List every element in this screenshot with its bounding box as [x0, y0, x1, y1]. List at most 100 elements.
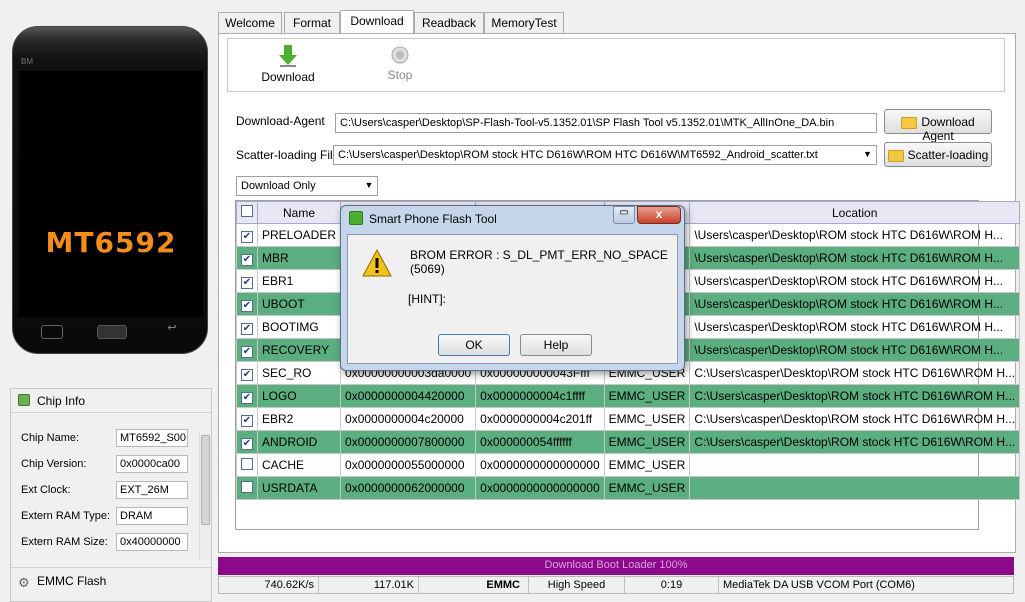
location [689, 453, 1021, 477]
toolbar: Download Stop [227, 38, 1005, 92]
row-checkbox-cell[interactable]: ✔ [236, 315, 258, 339]
row-checkbox[interactable]: ✔ [241, 230, 253, 243]
tab-format[interactable]: Format [284, 12, 340, 33]
row-checkbox-cell[interactable]: ✔ [236, 246, 258, 270]
mode-dropdown-arrow-icon[interactable]: ▼ [361, 177, 377, 195]
status-size: 117.01K [319, 577, 419, 593]
menu-button-icon [41, 325, 63, 339]
partition-name: MBR [256, 246, 342, 270]
row-checkbox[interactable]: ✔ [241, 299, 253, 312]
row-checkbox-cell[interactable] [236, 453, 258, 477]
download-agent-button[interactable]: Download Agent [884, 109, 992, 143]
row-checkbox-cell[interactable]: ✔ [236, 292, 258, 316]
location: \Users\casper\Desktop\ROM stock HTC D616… [689, 246, 1021, 270]
scatter-file-combo[interactable]: C:\Users\casper\Desktop\ROM stock HTC D6… [333, 145, 877, 165]
progress-bar: Download Boot Loader 100% [218, 557, 1014, 575]
select-all-header[interactable] [236, 201, 258, 224]
partition-name: USRDATA [256, 476, 342, 500]
table-row[interactable]: CACHE 0x0000000055000000 0x000000000000000… [236, 453, 1021, 477]
ok-button[interactable]: OK [438, 334, 510, 356]
scatter-loading-button[interactable]: Scatter-loading [884, 142, 992, 167]
location: \Users\casper\Desktop\ROM stock HTC D616… [689, 292, 1021, 316]
row-checkbox-cell[interactable]: ✔ [236, 361, 258, 385]
chip-info-panel: Chip Info Chip Name: MT6592_S00 Chip Ver… [10, 388, 212, 602]
chip-info-scrollbar[interactable] [199, 433, 211, 559]
row-checkbox[interactable]: ✔ [241, 322, 253, 335]
scatter-file-label: Scatter-loading File [236, 148, 340, 162]
ext-clock-value: EXT_26M [116, 481, 188, 499]
table-row[interactable]: ✔ LOGO 0x0000000004420000 0x0000000004c1fff… [236, 384, 1021, 408]
row-checkbox-cell[interactable]: ✔ [236, 407, 258, 431]
partition-name: EBR2 [256, 407, 342, 431]
stop-button[interactable]: Stop [370, 45, 430, 82]
help-button[interactable]: Help [520, 334, 592, 356]
stop-icon [391, 46, 409, 64]
location: \Users\casper\Desktop\ROM stock HTC D616… [689, 223, 1021, 247]
row-checkbox[interactable]: ✔ [241, 345, 253, 358]
row-checkbox-cell[interactable]: ✔ [236, 269, 258, 293]
phone-screen: MT6592 [19, 71, 203, 317]
chip-info-title: Chip Info [37, 394, 86, 408]
close-button[interactable]: x [637, 206, 681, 224]
partition-name: EBR1 [256, 269, 342, 293]
row-checkbox-cell[interactable] [236, 476, 258, 500]
row-checkbox[interactable]: ✔ [241, 437, 253, 450]
ram-type-value: DRAM [116, 507, 188, 525]
begin-address: 0x0000000055000000 [340, 453, 477, 477]
progress-text: Download Boot Loader 100% [544, 559, 688, 571]
table-row[interactable]: ✔ EBR2 0x0000000004c20000 0x0000000004c201f… [236, 407, 1021, 431]
table-row[interactable]: ✔ ANDROID 0x0000000007800000 0x000000054fff… [236, 430, 1021, 454]
app-icon [349, 211, 363, 225]
partition-name: ANDROID [256, 430, 342, 454]
location-column-header[interactable]: Location [689, 201, 1021, 224]
gear-icon: ⚙ [18, 575, 30, 590]
home-button-icon [97, 325, 127, 339]
error-message: BROM ERROR : S_DL_PMT_ERR_NO_SPACE (5069… [410, 248, 668, 276]
scatter-loading-button-label: Scatter-loading [907, 148, 989, 162]
ext-clock-label: Ext Clock: [21, 484, 71, 496]
download-agent-field[interactable]: C:\Users\casper\Desktop\SP-Flash-Tool-v5… [335, 113, 877, 133]
row-checkbox[interactable] [241, 457, 253, 470]
emmc-flash-footer[interactable]: ⚙ EMMC Flash [11, 567, 211, 597]
scatter-dropdown-arrow-icon[interactable]: ▼ [859, 146, 876, 164]
row-checkbox[interactable]: ✔ [241, 391, 253, 404]
table-row[interactable]: USRDATA 0x0000000062000000 0x0000000000000… [236, 476, 1021, 500]
row-checkbox-cell[interactable]: ✔ [236, 223, 258, 247]
location: C:\Users\casper\Desktop\ROM stock HTC D6… [689, 384, 1021, 408]
status-storage: EMMC [419, 577, 529, 593]
minimize-icon[interactable]: ▭ [613, 206, 635, 224]
tab-memorytest[interactable]: MemoryTest [484, 12, 564, 33]
chip-info-header[interactable]: Chip Info [11, 389, 211, 413]
begin-address: 0x0000000007800000 [340, 430, 477, 454]
select-all-checkbox[interactable] [241, 205, 253, 217]
row-checkbox[interactable]: ✔ [241, 368, 253, 381]
partition-name: RECOVERY [256, 338, 342, 362]
row-checkbox-cell[interactable]: ✔ [236, 384, 258, 408]
chip-version-value: 0x0000ca00 [116, 455, 188, 473]
status-speed: 740.62K/s [219, 577, 319, 593]
tab-readback[interactable]: Readback [414, 12, 484, 33]
name-column-header[interactable]: Name [256, 201, 342, 224]
scrollbar-thumb[interactable] [201, 435, 210, 525]
row-checkbox[interactable]: ✔ [241, 276, 253, 289]
ram-type-label: Extern RAM Type: [21, 510, 111, 522]
row-checkbox-cell[interactable]: ✔ [236, 338, 258, 362]
row-checkbox[interactable] [241, 480, 253, 493]
begin-address: 0x0000000062000000 [340, 476, 477, 500]
ram-size-label: Extern RAM Size: [21, 536, 108, 548]
partition-name: BOOTIMG [256, 315, 342, 339]
download-button[interactable]: Download [258, 45, 318, 84]
tab-welcome[interactable]: Welcome [218, 12, 282, 33]
end-address: 0x0000000004c201ff [475, 407, 605, 431]
row-checkbox-cell[interactable]: ✔ [236, 430, 258, 454]
row-checkbox[interactable]: ✔ [241, 414, 253, 427]
location: C:\Users\casper\Desktop\ROM stock HTC D6… [689, 361, 1021, 385]
location: \Users\casper\Desktop\ROM stock HTC D616… [689, 338, 1021, 362]
row-checkbox[interactable]: ✔ [241, 253, 253, 266]
partition-name: UBOOT [256, 292, 342, 316]
tab-download[interactable]: Download [340, 10, 414, 34]
region: EMMC_USER [603, 453, 691, 477]
location: \Users\casper\Desktop\ROM stock HTC D616… [689, 315, 1021, 339]
download-mode-select[interactable]: Download Only [236, 176, 378, 196]
end-address: 0x0000000000000000 [475, 453, 605, 477]
